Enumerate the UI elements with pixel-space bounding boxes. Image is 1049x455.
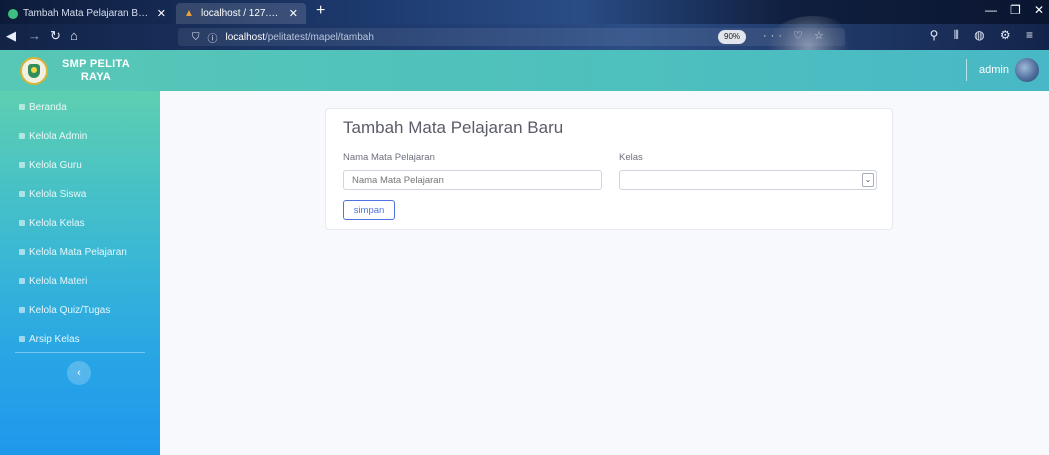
save-button[interactable]: simpan: [343, 200, 395, 220]
sidebar-item-label: Kelola Quiz/Tugas: [29, 304, 111, 316]
url-host: localhost: [225, 31, 265, 43]
page-title: Tambah Mata Pelajaran Baru: [343, 118, 564, 137]
class-label: Kelas: [619, 152, 643, 163]
tab-label: Tambah Mata Pelajaran Baru: [23, 8, 151, 19]
address-bar[interactable]: ⛉ ⓘ localhost /pelitatest/mapel/tambah 9…: [178, 28, 845, 46]
sidebar-toggle-button[interactable]: ‹: [67, 361, 91, 385]
reload-icon[interactable]: ↻: [50, 28, 61, 44]
shield-icon: ⛉: [192, 31, 200, 43]
maximize-button[interactable]: ❐: [1010, 3, 1021, 17]
close-tab-icon[interactable]: ✕: [289, 7, 298, 20]
zoom-level[interactable]: 90%: [718, 30, 747, 44]
brand-name: SMP PELITA RAYA: [62, 58, 130, 84]
minimize-button[interactable]: —: [985, 3, 997, 17]
table-icon: [19, 249, 25, 255]
sidebar-item-kelola-kelas[interactable]: Kelola Kelas: [0, 209, 160, 237]
avatar[interactable]: [1015, 58, 1039, 82]
close-window-button[interactable]: ✕: [1034, 3, 1044, 17]
sidebar-item-label: Kelola Siswa: [29, 188, 87, 200]
table-icon: [19, 336, 25, 342]
user-icon: [19, 220, 25, 226]
brand-line-2: RAYA: [80, 70, 112, 83]
sidebar-item-kelola-quiz-tugas[interactable]: Kelola Quiz/Tugas: [0, 296, 160, 324]
table-icon: [19, 278, 25, 284]
home-icon: [19, 104, 25, 110]
sidebar: Beranda Kelola Admin Kelola Guru Kelola …: [0, 91, 160, 455]
add-subject-card: Tambah Mata Pelajaran Baru Nama Mata Pel…: [325, 108, 893, 230]
forward-icon[interactable]: →: [28, 28, 41, 43]
url-path: /pelitatest/mapel/tambah: [264, 31, 374, 43]
class-select[interactable]: ⌄: [619, 170, 877, 190]
sidebar-item-label: Kelola Mata Pelajaran: [29, 246, 127, 258]
browser-nav-bar: ◀ → ↻ ⌂ ⛉ ⓘ localhost /pelitatest/mapel/…: [0, 16, 1049, 72]
subject-name-label: Nama Mata Pelajaran: [343, 152, 435, 163]
browser-tab-bar: Tambah Mata Pelajaran Baru ✕ ▲ localhost…: [0, 0, 1049, 24]
sidebar-item-label: Beranda: [29, 101, 67, 113]
phpmyadmin-favicon-icon: ▲: [184, 7, 194, 19]
users-icon: [19, 191, 25, 197]
table-icon: [19, 307, 25, 313]
sidebar-item-label: Kelola Guru: [29, 159, 82, 171]
sidebar-divider: [15, 352, 145, 353]
sidebar-item-kelola-siswa[interactable]: Kelola Siswa: [0, 180, 160, 208]
sidebar-item-beranda[interactable]: Beranda: [0, 93, 160, 121]
new-tab-button[interactable]: +: [316, 2, 325, 20]
info-icon[interactable]: ⓘ: [208, 30, 218, 45]
tab-phpmyadmin[interactable]: ▲ localhost / 127.0.0.1 / pelita / a ✕: [176, 3, 306, 24]
app-header: SMP PELITA RAYA admin: [0, 50, 1049, 91]
site-favicon-icon: [8, 8, 18, 19]
school-logo-icon: [20, 56, 48, 85]
sidebar-item-kelola-materi[interactable]: Kelola Materi: [0, 267, 160, 295]
chevron-down-icon: ⌄: [862, 173, 874, 187]
tab-tambah-mapel[interactable]: Tambah Mata Pelajaran Baru ✕: [0, 3, 174, 24]
subject-name-input[interactable]: [343, 170, 602, 190]
sidebar-item-label: Kelola Kelas: [29, 217, 85, 229]
sidebar-item-kelola-mata-pelajaran[interactable]: Kelola Mata Pelajaran: [0, 238, 160, 266]
user-icon: [19, 162, 25, 168]
tab-label: localhost / 127.0.0.1 / pelita / a: [201, 8, 283, 19]
sidebar-item-arsip-kelas[interactable]: Arsip Kelas: [0, 325, 160, 353]
close-tab-icon[interactable]: ✕: [157, 7, 166, 20]
brand[interactable]: SMP PELITA RAYA: [0, 50, 160, 91]
sidebar-item-kelola-guru[interactable]: Kelola Guru: [0, 151, 160, 179]
sidebar-item-label: Kelola Admin: [29, 130, 88, 142]
toolbar-icons[interactable]: ⚲ ⫴ ◍ ⚙ ≡: [930, 28, 1039, 43]
user-icon: [19, 133, 25, 139]
home-icon[interactable]: ⌂: [70, 28, 78, 43]
sidebar-item-label: Kelola Materi: [29, 275, 88, 287]
brand-line-1: SMP PELITA: [62, 57, 130, 70]
sidebar-item-kelola-admin[interactable]: Kelola Admin: [0, 122, 160, 150]
page-actions[interactable]: ··· ♡ ☆: [763, 29, 828, 42]
sidebar-item-label: Arsip Kelas: [29, 333, 80, 345]
user-name: admin: [979, 64, 1009, 76]
user-menu[interactable]: admin: [966, 58, 1039, 82]
topbar-divider: [966, 59, 968, 81]
back-icon[interactable]: ◀: [6, 28, 16, 44]
